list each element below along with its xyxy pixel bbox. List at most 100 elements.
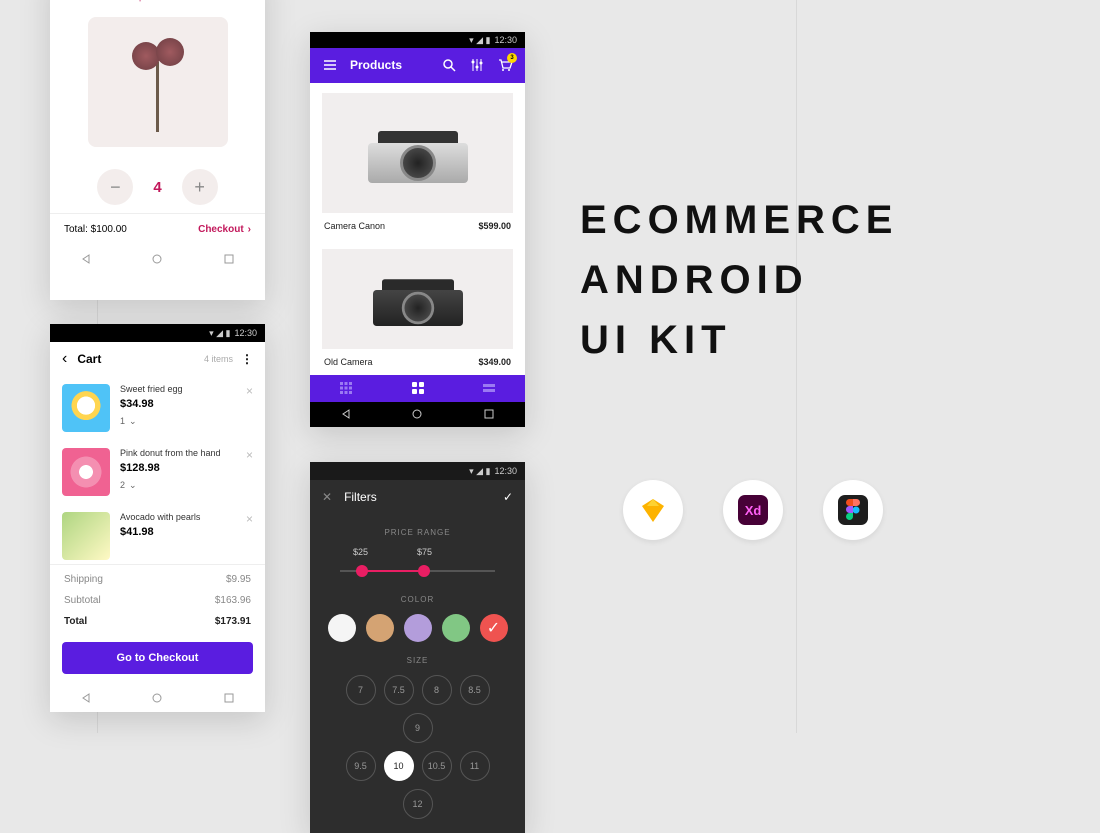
size-option[interactable]: 12 bbox=[403, 789, 433, 819]
size-option[interactable]: 7 bbox=[346, 675, 376, 705]
checkout-link[interactable]: Checkout› bbox=[198, 224, 251, 235]
chevron-down-icon: ⌄ bbox=[129, 416, 137, 427]
xd-icon: Xd bbox=[723, 480, 783, 540]
item-qty-select[interactable]: 2⌄ bbox=[120, 480, 236, 491]
shipping-label: Shipping bbox=[64, 574, 103, 585]
filters-screen: ▾ ◢ ▮ 12:30 ✕ Filters ✓ PRICE RANGE $25 $… bbox=[310, 462, 525, 833]
size-option[interactable]: 10.5 bbox=[422, 751, 452, 781]
product-price: $25.00 bbox=[50, 0, 265, 3]
color-green[interactable] bbox=[442, 614, 470, 642]
product-name: Camera Canon bbox=[324, 221, 385, 231]
nav-recent-icon[interactable] bbox=[483, 408, 495, 420]
more-icon[interactable]: ⋮ bbox=[241, 352, 253, 366]
item-price: $41.98 bbox=[120, 526, 236, 538]
item-price: $34.98 bbox=[120, 398, 236, 410]
view-mode-tabs bbox=[310, 375, 525, 402]
chevron-right-icon: › bbox=[248, 224, 251, 235]
size-label: SIZE bbox=[310, 656, 525, 665]
nav-home-icon[interactable] bbox=[151, 692, 163, 704]
subtotal-label: Subtotal bbox=[64, 595, 101, 606]
apply-icon[interactable]: ✓ bbox=[503, 490, 513, 504]
nav-back-icon[interactable] bbox=[80, 692, 92, 704]
cart-screen: ▾ ◢ ▮ 12:30 ‹ Cart 4 items ⋮ Sweet fried… bbox=[50, 324, 265, 712]
sketch-icon bbox=[623, 480, 683, 540]
products-list-screen: ▾ ◢ ▮ 12:30 Products 3 Camera Canon $599.… bbox=[310, 32, 525, 427]
color-tan[interactable] bbox=[366, 614, 394, 642]
shipping-value: $9.95 bbox=[226, 574, 251, 585]
grid-3-tab[interactable] bbox=[310, 375, 382, 402]
total-label: Total: $100.00 bbox=[64, 224, 127, 235]
android-nav-bar bbox=[50, 684, 265, 712]
hero-line-3: UI KIT bbox=[580, 310, 898, 370]
size-option[interactable]: 7.5 bbox=[384, 675, 414, 705]
cart-badge: 3 bbox=[507, 53, 517, 63]
product-image bbox=[88, 17, 228, 147]
cart-count: 4 items bbox=[204, 354, 233, 364]
appbar-title: Products bbox=[350, 58, 429, 72]
status-bar: ▾ ◢ ▮ 12:30 bbox=[310, 32, 525, 48]
size-option[interactable]: 11 bbox=[460, 751, 490, 781]
figma-icon bbox=[823, 480, 883, 540]
nav-recent-icon[interactable] bbox=[223, 253, 235, 265]
total-value: $173.91 bbox=[215, 616, 251, 627]
item-thumb bbox=[62, 384, 110, 432]
size-option[interactable]: 9.5 bbox=[346, 751, 376, 781]
size-option[interactable]: 8 bbox=[422, 675, 452, 705]
nav-back-icon[interactable] bbox=[80, 253, 92, 265]
price-max: $75 bbox=[417, 547, 432, 557]
product-price: $599.00 bbox=[478, 221, 511, 231]
cart-title: Cart bbox=[77, 352, 204, 366]
close-icon[interactable]: ✕ bbox=[322, 490, 332, 504]
item-price: $128.98 bbox=[120, 462, 236, 474]
hero-line-1: ECOMMERCE bbox=[580, 190, 898, 250]
size-option[interactable]: 8.5 bbox=[460, 675, 490, 705]
color-purple[interactable] bbox=[404, 614, 432, 642]
total-label: Total bbox=[64, 616, 87, 627]
hero-title: ECOMMERCE ANDROID UI KIT bbox=[580, 190, 898, 370]
product-card[interactable]: Camera Canon $599.00 bbox=[322, 93, 513, 239]
item-qty-select[interactable]: 1⌄ bbox=[120, 416, 236, 427]
grid-2-tab[interactable] bbox=[382, 375, 454, 402]
price-range-label: PRICE RANGE bbox=[310, 528, 525, 537]
app-bar: Products 3 bbox=[310, 48, 525, 82]
chevron-down-icon: ⌄ bbox=[129, 480, 137, 491]
go-to-checkout-button[interactable]: Go to Checkout bbox=[62, 642, 253, 674]
nav-recent-icon[interactable] bbox=[223, 692, 235, 704]
hero-line-2: ANDROID bbox=[580, 250, 898, 310]
color-white[interactable] bbox=[328, 614, 356, 642]
qty-minus-button[interactable]: − bbox=[97, 169, 133, 205]
list-tab[interactable] bbox=[453, 375, 525, 402]
item-thumb bbox=[62, 512, 110, 560]
color-label: COLOR bbox=[310, 595, 525, 604]
cart-item: Sweet fried egg $34.98 1⌄ × bbox=[50, 376, 265, 440]
subtotal-value: $163.96 bbox=[215, 595, 251, 606]
status-bar: ▾ ◢ ▮ 12:30 bbox=[50, 324, 265, 342]
nav-home-icon[interactable] bbox=[151, 253, 163, 265]
size-option[interactable]: 9 bbox=[403, 713, 433, 743]
menu-icon[interactable] bbox=[322, 57, 338, 73]
status-bar: ▾ ◢ ▮ 12:30 bbox=[310, 462, 525, 480]
nav-back-icon[interactable] bbox=[340, 408, 352, 420]
qty-plus-button[interactable]: + bbox=[182, 169, 218, 205]
product-card[interactable]: Old Camera$349.00 bbox=[322, 249, 513, 375]
price-min: $25 bbox=[353, 547, 368, 557]
remove-item-button[interactable]: × bbox=[246, 384, 253, 432]
item-thumb bbox=[62, 448, 110, 496]
filters-title: Filters bbox=[344, 490, 503, 504]
filter-icon[interactable] bbox=[469, 57, 485, 73]
price-slider[interactable] bbox=[340, 561, 495, 581]
color-red[interactable]: ✓ bbox=[480, 614, 508, 642]
size-option-selected[interactable]: 10 bbox=[384, 751, 414, 781]
product-detail-screen: Discover special occasions $25.00 − 4 + … bbox=[50, 0, 265, 300]
search-icon[interactable] bbox=[441, 57, 457, 73]
cart-icon[interactable]: 3 bbox=[497, 57, 513, 73]
item-name: Pink donut from the hand bbox=[120, 448, 236, 460]
remove-item-button[interactable]: × bbox=[246, 448, 253, 496]
product-price: $349.00 bbox=[478, 357, 511, 367]
android-nav-bar bbox=[50, 245, 265, 273]
qty-value: 4 bbox=[153, 179, 161, 196]
item-name: Avocado with pearls bbox=[120, 512, 236, 524]
remove-item-button[interactable]: × bbox=[246, 512, 253, 560]
back-icon[interactable]: ‹ bbox=[62, 350, 67, 368]
nav-home-icon[interactable] bbox=[411, 408, 423, 420]
